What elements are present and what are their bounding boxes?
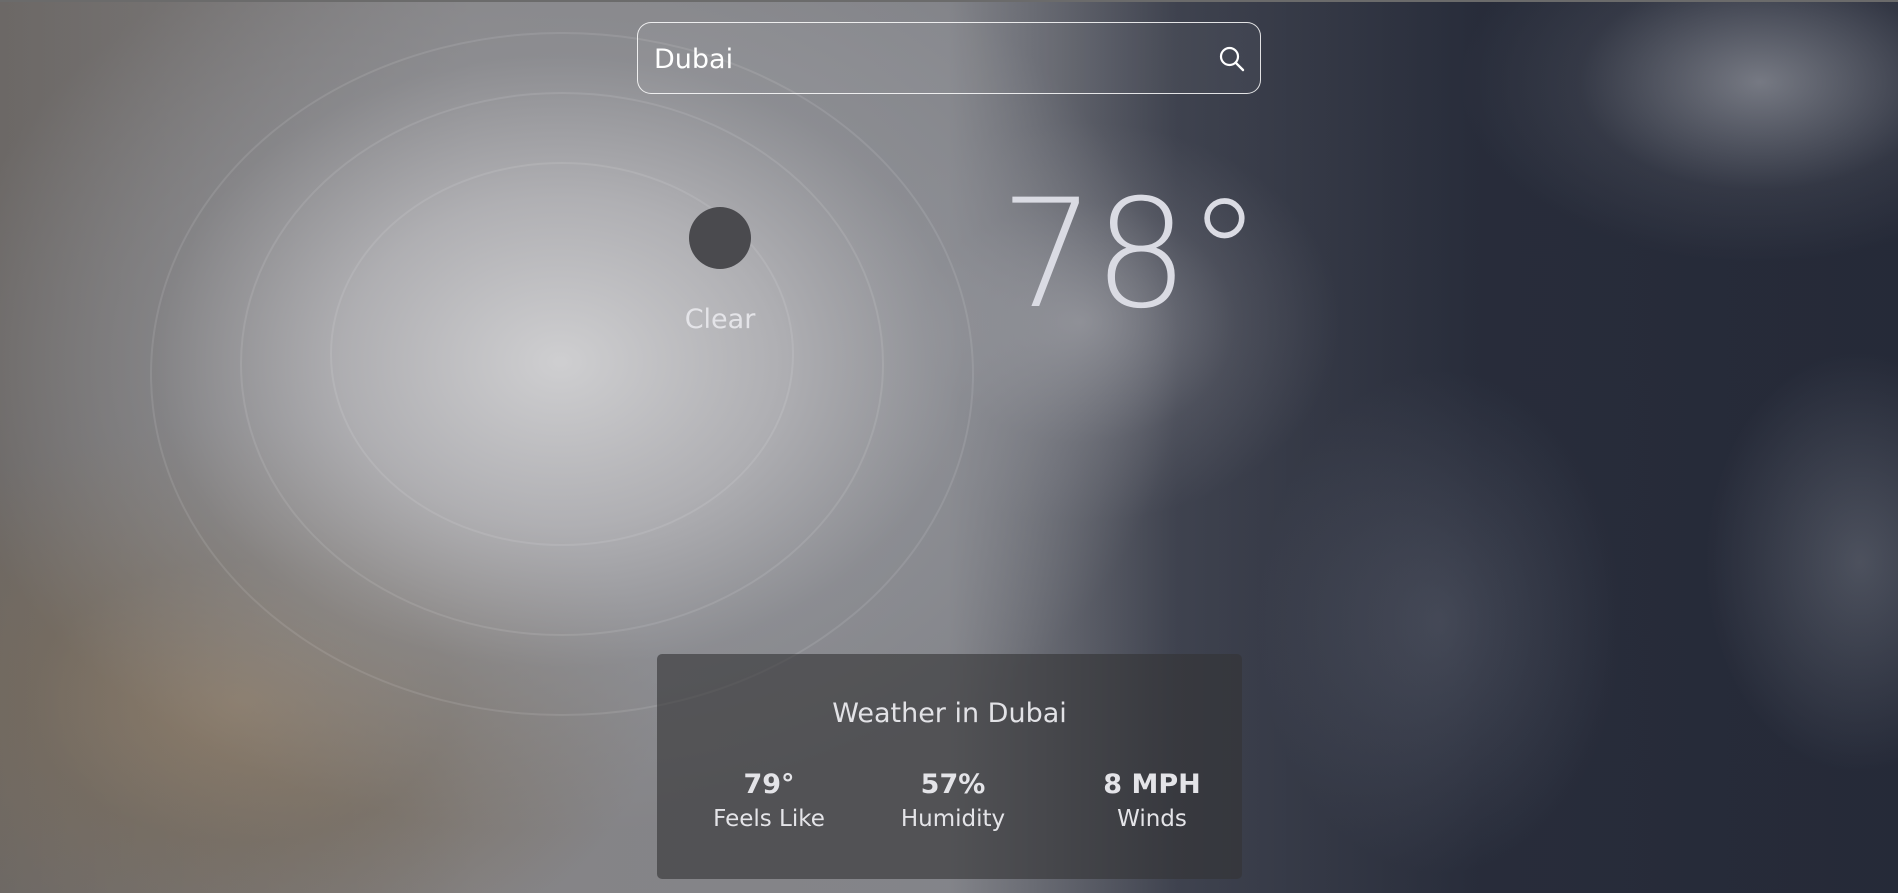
humidity-stat: 57% Humidity — [868, 769, 1038, 832]
winds-stat: 8 MPH Winds — [1067, 769, 1237, 832]
city-search-input[interactable] — [652, 23, 1196, 95]
winds-value: 8 MPH — [1103, 769, 1201, 800]
feels-like-stat: 79° Feels Like — [684, 769, 854, 832]
search-icon — [1219, 46, 1245, 72]
clear-weather-icon — [689, 207, 751, 269]
search-bar — [637, 22, 1261, 95]
weather-details-panel: Weather in Dubai 79° Feels Like 57% Humi… — [657, 654, 1242, 879]
current-temperature: 78° — [1000, 168, 1262, 342]
feels-like-label: Feels Like — [713, 806, 825, 832]
humidity-label: Humidity — [900, 806, 1006, 832]
background-swirl — [150, 32, 974, 716]
weather-page: Clear 78° Weather in Dubai 79° Feels Lik… — [0, 0, 1898, 893]
search-button[interactable] — [1218, 45, 1246, 73]
condition-label: Clear — [684, 304, 756, 335]
humidity-value: 57% — [920, 769, 986, 800]
feels-like-value: 79° — [743, 769, 795, 800]
weather-details-title: Weather in Dubai — [832, 698, 1067, 729]
winds-label: Winds — [1117, 806, 1187, 832]
